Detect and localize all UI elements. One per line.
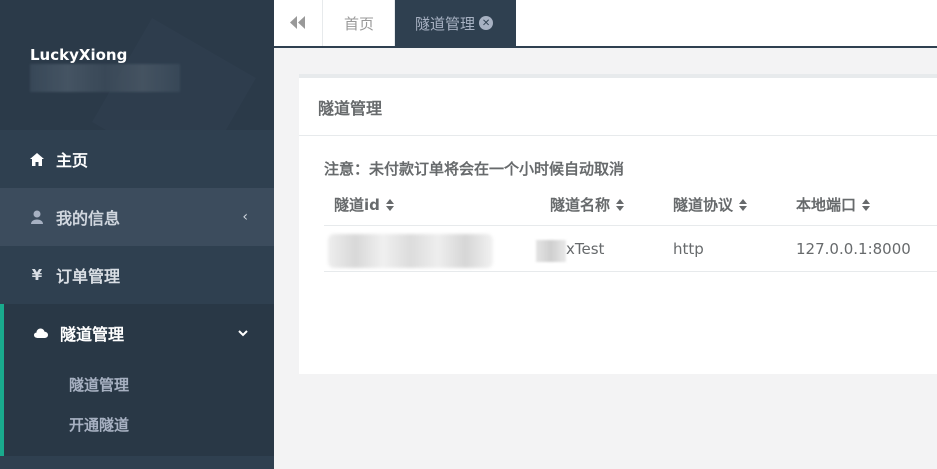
user-icon	[30, 210, 44, 224]
tab-home[interactable]: 首页	[324, 0, 395, 46]
sidebar-item-tunnel[interactable]: 隧道管理	[0, 304, 274, 362]
chevron-left-icon: ‹	[242, 209, 248, 225]
sidebar-item-home[interactable]: 主页	[0, 130, 274, 188]
tunnel-submenu: 隧道管理 开通隧道	[0, 362, 274, 456]
double-chevron-left-icon	[290, 14, 306, 33]
column-header-protocol[interactable]: 隧道协议	[673, 194, 748, 215]
column-label: 隧道协议	[673, 196, 734, 214]
column-header-local-port[interactable]: 本地端口	[796, 194, 871, 215]
column-label: 隧道名称	[550, 196, 611, 214]
column-label: 本地端口	[796, 196, 857, 214]
cell-protocol: http	[673, 240, 704, 258]
table-row[interactable]: xTest http 127.0.0.1:8000	[324, 226, 937, 272]
sort-icon	[385, 198, 394, 211]
column-label: 隧道id	[334, 196, 380, 214]
blurred-name-prefix	[536, 240, 566, 262]
sort-icon	[616, 198, 625, 211]
home-icon	[30, 152, 44, 166]
cloud-icon	[34, 326, 48, 340]
sidebar: LuckyXiong 主页 我的信息 ‹ ¥ 订单管理 隧道管理 隧道管理 开通…	[0, 0, 274, 469]
blurred-user-info	[30, 64, 180, 92]
column-header-tunnel-id[interactable]: 隧道id	[334, 194, 394, 215]
tab-bar: 首页 隧道管理 ✕	[274, 0, 937, 48]
sidebar-item-orders[interactable]: ¥ 订单管理	[0, 246, 274, 304]
cell-tunnel-name: xTest	[566, 240, 605, 258]
notice-text: 注意：未付款订单将会在一个小时候自动取消	[324, 160, 625, 178]
table-header: 隧道id 隧道名称 隧道协议 本地端口	[324, 184, 937, 226]
tab-tunnel-manage[interactable]: 隧道管理 ✕	[395, 0, 516, 46]
profile-header: LuckyXiong	[0, 0, 274, 130]
close-icon[interactable]: ✕	[479, 16, 494, 30]
tab-label: 隧道管理	[415, 14, 476, 33]
tunnel-table: 隧道id 隧道名称 隧道协议 本地端口 xTest http 127.0.0.1…	[324, 184, 937, 272]
column-header-tunnel-name[interactable]: 隧道名称	[550, 194, 625, 215]
sidebar-item-label: 主页	[56, 151, 89, 170]
scroll-left-button[interactable]	[274, 0, 323, 46]
panel-title: 隧道管理	[299, 78, 937, 136]
sort-icon	[862, 198, 871, 211]
sort-icon	[739, 198, 748, 211]
sidebar-item-label: 订单管理	[56, 267, 121, 286]
sidebar-item-label: 隧道管理	[60, 325, 125, 344]
chevron-down-icon	[238, 325, 248, 341]
submenu-item-open-tunnel[interactable]: 开通隧道	[69, 414, 129, 435]
username[interactable]: LuckyXiong	[30, 46, 127, 64]
sidebar-item-label: 我的信息	[56, 209, 121, 228]
yen-icon: ¥	[31, 266, 43, 284]
content-panel: 隧道管理 注意：未付款订单将会在一个小时候自动取消 隧道id 隧道名称 隧道协议…	[299, 74, 937, 374]
cell-local-port: 127.0.0.1:8000	[796, 240, 911, 258]
submenu-item-tunnel-manage[interactable]: 隧道管理	[69, 374, 129, 395]
sidebar-item-my-info[interactable]: 我的信息 ‹	[0, 188, 274, 246]
blurred-tunnel-id	[328, 234, 493, 268]
